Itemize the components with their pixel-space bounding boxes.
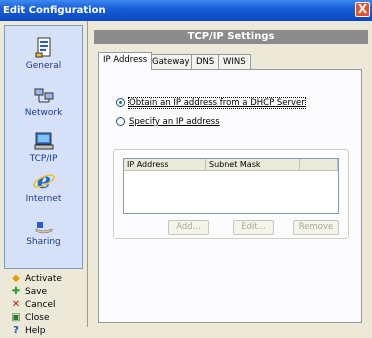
nav-item-internet[interactable]: e Internet <box>5 169 82 204</box>
sharing-hand-icon <box>35 222 52 234</box>
tab-wins[interactable]: WINS <box>218 54 251 69</box>
column-header-subnet-mask: Subnet Mask <box>206 159 300 171</box>
nav-item-tcpip[interactable]: TCP/IP <box>5 131 82 164</box>
cancel-button[interactable]: ✕ Cancel <box>10 298 56 311</box>
activate-button[interactable]: ◆ Activate <box>10 272 62 285</box>
page-title: TCP/IP Settings <box>94 30 368 44</box>
sidebar: General Network TCP/IP e Internet Sharin… <box>0 21 88 336</box>
ip-address-table[interactable]: IP Address Subnet Mask <box>123 158 339 214</box>
document-icon <box>35 37 50 58</box>
nav-label-general: General <box>25 61 62 71</box>
remove-button[interactable]: Remove <box>293 220 339 235</box>
action-list: ◆ Activate ✚ Save ✕ Cancel ▣ Close ? Help <box>4 272 83 336</box>
nav-item-network[interactable]: Network <box>5 87 82 118</box>
help-icon: ? <box>13 325 19 336</box>
tab-gateway[interactable]: Gateway <box>147 54 195 69</box>
dhcp-radio-option[interactable]: Obtain an IP address from a DHCP Server <box>116 97 306 110</box>
close-icon: ▣ <box>11 312 21 323</box>
add-button[interactable]: Add... <box>168 220 209 235</box>
save-button[interactable]: ✚ Save <box>10 285 47 298</box>
close-button[interactable]: ▣ Close <box>10 311 49 324</box>
internet-explorer-icon: e <box>32 169 55 191</box>
tab-panel-ip-address: Obtain an IP address from a DHCP Server … <box>98 69 362 323</box>
cancel-icon: ✕ <box>11 299 21 310</box>
nav-label-sharing: Sharing <box>26 237 61 247</box>
nav-label-network: Network <box>24 108 63 118</box>
network-icon <box>34 88 53 103</box>
specify-ip-radio-option[interactable]: Specify an IP address <box>116 116 222 129</box>
help-button[interactable]: ? Help <box>10 324 45 337</box>
specify-ip-radio[interactable] <box>116 117 125 126</box>
window-title: Edit Configuration <box>3 5 106 16</box>
column-header-ip-address: IP Address <box>124 159 206 171</box>
nav-label-tcpip: TCP/IP <box>29 154 58 164</box>
activate-icon: ◆ <box>12 273 20 284</box>
nav-item-sharing[interactable]: Sharing <box>5 220 82 247</box>
nav-panel: General Network TCP/IP e Internet Sharin… <box>4 25 83 269</box>
svg-text:e: e <box>37 169 51 191</box>
window-close-button[interactable]: X <box>355 2 370 17</box>
tab-dns[interactable]: DNS <box>191 54 220 69</box>
dhcp-radio[interactable] <box>116 98 125 107</box>
save-icon: ✚ <box>11 286 21 297</box>
computer-icon <box>34 132 53 150</box>
nav-item-general[interactable]: General <box>5 36 82 71</box>
nav-label-internet: Internet <box>25 194 62 204</box>
title-bar: Edit Configuration X <box>0 0 372 21</box>
column-header-empty <box>300 159 338 171</box>
edit-button[interactable]: Edit... <box>233 220 274 235</box>
tab-ip-address[interactable]: IP Address <box>98 52 153 70</box>
main-panel: TCP/IP Settings IP Address Gateway DNS W… <box>88 21 372 327</box>
